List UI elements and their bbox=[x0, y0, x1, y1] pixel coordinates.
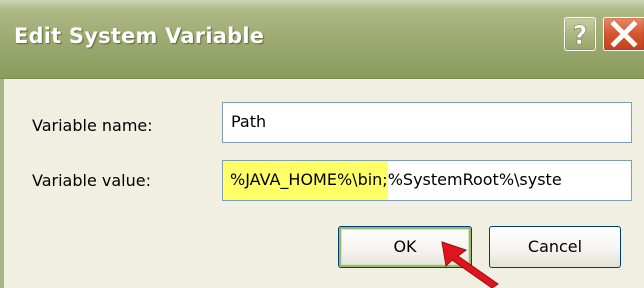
variable-name-field[interactable]: Path bbox=[222, 102, 632, 143]
variable-value-label: Variable value: bbox=[32, 171, 151, 190]
variable-name-label: Variable name: bbox=[32, 116, 153, 135]
question-mark-icon: ? bbox=[572, 21, 588, 50]
edit-system-variable-dialog: Edit System Variable ? Variable name: Pa… bbox=[0, 0, 644, 288]
variable-value-rest-text: %SystemRoot%\systе bbox=[387, 170, 562, 189]
title-bar-shine bbox=[0, 0, 644, 10]
cancel-button[interactable]: Cancel bbox=[489, 226, 621, 268]
variable-name-text: Path bbox=[231, 112, 267, 131]
help-button[interactable]: ? bbox=[564, 17, 596, 51]
variable-value-field[interactable]: %JAVA_HOME%\bin;%SystemRoot%\systе bbox=[222, 160, 632, 201]
variable-value-highlighted-text: %JAVA_HOME%\bin; bbox=[223, 161, 388, 200]
close-button[interactable] bbox=[603, 17, 644, 51]
svg-text:?: ? bbox=[572, 21, 587, 50]
title-bar[interactable]: Edit System Variable ? bbox=[0, 0, 644, 79]
close-x-icon bbox=[610, 20, 638, 48]
red-pointer-arrow-icon bbox=[441, 241, 499, 288]
dialog-title: Edit System Variable bbox=[14, 24, 265, 48]
